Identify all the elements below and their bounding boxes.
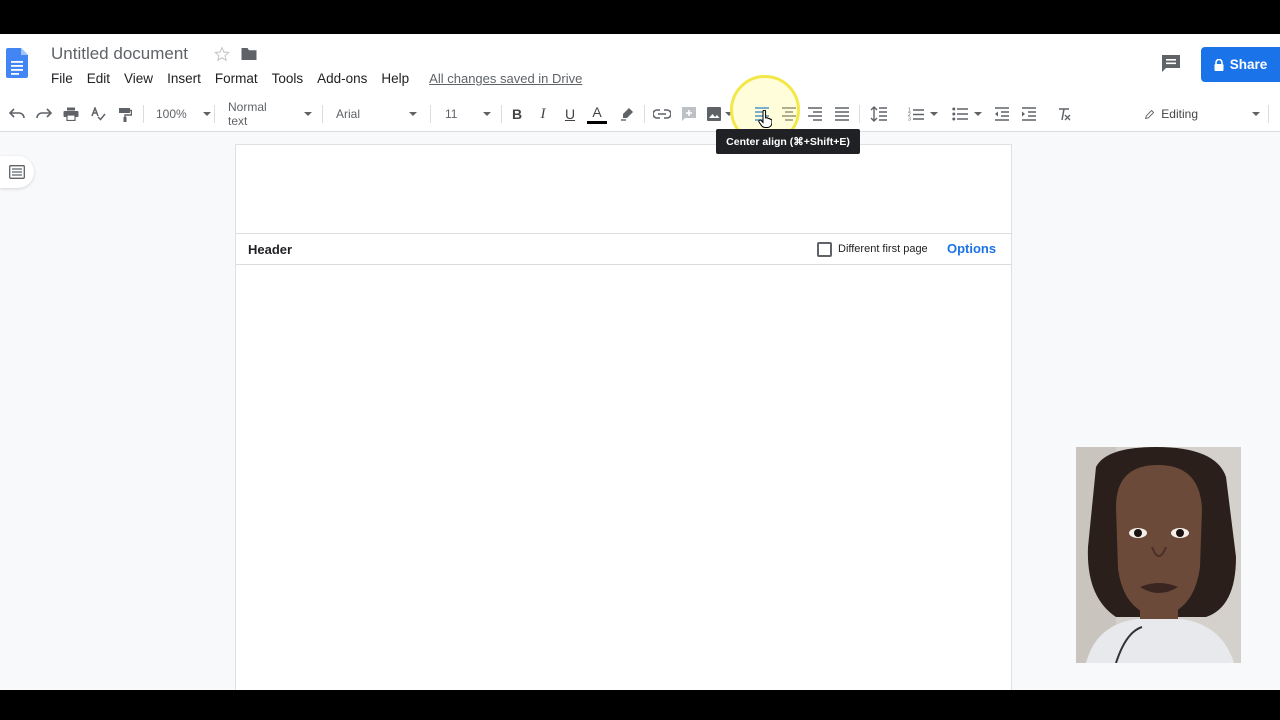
tooltip: Center align (⌘+Shift+E) xyxy=(716,129,860,154)
italic-button[interactable]: I xyxy=(533,96,553,132)
bulleted-list-icon xyxy=(952,107,968,121)
zoom-select[interactable]: 100% xyxy=(156,96,211,132)
font-size-select[interactable]: 11 xyxy=(445,96,493,132)
chevron-down-icon xyxy=(304,112,312,116)
font-select[interactable]: Arial xyxy=(336,96,422,132)
title-bar: Untitled document File Edit View Insert … xyxy=(0,34,1280,96)
decrease-indent-icon xyxy=(995,107,1009,121)
paint-format-button[interactable] xyxy=(114,96,136,132)
justify-icon xyxy=(835,107,849,121)
paragraph-style-select[interactable]: Normal text xyxy=(228,96,312,132)
webcam-overlay xyxy=(1076,447,1241,663)
justify-button[interactable] xyxy=(831,96,853,132)
chevron-down-icon xyxy=(202,112,211,116)
star-icon[interactable] xyxy=(214,46,230,62)
chevron-down-icon xyxy=(409,112,418,116)
bulleted-list-button[interactable] xyxy=(948,96,986,132)
share-label: Share xyxy=(1229,57,1268,72)
menu-tools[interactable]: Tools xyxy=(272,71,304,86)
menu-file[interactable]: File xyxy=(51,71,73,86)
different-first-page-checkbox[interactable] xyxy=(817,242,832,257)
align-right-icon xyxy=(808,107,822,121)
italic-icon: I xyxy=(540,105,546,122)
header-options-button[interactable]: Options xyxy=(947,241,996,256)
menu-edit[interactable]: Edit xyxy=(87,71,110,86)
text-color-swatch xyxy=(587,120,607,124)
align-right-button[interactable] xyxy=(804,96,826,132)
decrease-indent-button[interactable] xyxy=(991,96,1013,132)
webcam-person-image xyxy=(1076,447,1241,663)
link-icon xyxy=(653,109,671,119)
chevron-down-icon xyxy=(1252,112,1260,116)
editing-mode-value: Editing xyxy=(1161,107,1198,121)
document-title[interactable]: Untitled document xyxy=(51,44,188,64)
text-color-button[interactable]: A xyxy=(586,96,608,132)
document-outline-button[interactable] xyxy=(0,156,34,188)
line-spacing-button[interactable] xyxy=(867,96,891,132)
svg-text:3: 3 xyxy=(908,117,911,122)
pencil-icon xyxy=(1145,109,1155,119)
add-comment-icon xyxy=(682,107,696,121)
redo-icon xyxy=(36,108,52,119)
paint-format-icon xyxy=(119,107,132,122)
app-window: Untitled document File Edit View Insert … xyxy=(0,34,1280,690)
font-size-value: 11 xyxy=(445,107,458,121)
numbered-list-icon: 123 xyxy=(908,108,924,122)
hand-cursor-icon xyxy=(758,110,772,128)
font-value: Arial xyxy=(336,107,361,121)
bold-button[interactable]: B xyxy=(507,96,527,132)
clear-formatting-button[interactable] xyxy=(1053,96,1075,132)
underline-button[interactable]: U xyxy=(560,96,580,132)
line-spacing-icon xyxy=(870,106,887,122)
header-label: Header xyxy=(248,242,293,257)
highlight-button[interactable] xyxy=(616,96,638,132)
print-button[interactable] xyxy=(60,96,82,132)
editing-mode-select[interactable]: Editing xyxy=(1145,96,1260,132)
header-section: Header Different first page Options xyxy=(236,233,1011,265)
menu-view[interactable]: View xyxy=(124,71,153,86)
docs-logo-icon[interactable] xyxy=(6,48,28,78)
different-first-page-label[interactable]: Different first page xyxy=(838,243,928,255)
lock-icon xyxy=(1214,58,1224,71)
comment-icon[interactable] xyxy=(1160,54,1182,74)
share-button[interactable]: Share xyxy=(1201,47,1280,82)
increase-indent-button[interactable] xyxy=(1018,96,1040,132)
print-icon xyxy=(63,107,79,121)
insert-link-button[interactable] xyxy=(651,96,673,132)
highlight-icon xyxy=(621,108,633,121)
text-color-icon: A xyxy=(592,103,602,120)
folder-icon[interactable] xyxy=(240,46,258,62)
menu-format[interactable]: Format xyxy=(215,71,258,86)
redo-button[interactable] xyxy=(33,96,55,132)
add-comment-button[interactable] xyxy=(678,96,700,132)
menu-bar: File Edit View Insert Format Tools Add-o… xyxy=(51,71,582,86)
numbered-list-button[interactable]: 123 xyxy=(904,96,942,132)
toolbar: 100% Normal text Arial 11 B I U A 1 2 3 … xyxy=(0,96,1280,132)
increase-indent-icon xyxy=(1022,107,1036,121)
spellcheck-icon xyxy=(91,107,106,121)
menu-help[interactable]: Help xyxy=(381,71,409,86)
paragraph-style-value: Normal text xyxy=(228,100,267,128)
bold-icon: B xyxy=(511,106,523,122)
spellcheck-button[interactable] xyxy=(87,96,109,132)
outline-icon xyxy=(9,165,25,179)
menu-addons[interactable]: Add-ons xyxy=(317,71,367,86)
chevron-down-icon xyxy=(483,112,492,116)
save-status-link[interactable]: All changes saved in Drive xyxy=(429,71,582,86)
underline-icon: U xyxy=(564,106,576,122)
image-icon xyxy=(706,107,721,121)
chevron-down-icon xyxy=(930,112,938,116)
zoom-value: 100% xyxy=(156,107,187,121)
clear-formatting-icon xyxy=(1059,108,1071,121)
undo-icon xyxy=(9,108,25,119)
undo-button[interactable] xyxy=(6,96,28,132)
menu-insert[interactable]: Insert xyxy=(167,71,201,86)
document-page[interactable]: Header Different first page Options xyxy=(235,144,1012,690)
chevron-down-icon xyxy=(974,112,982,116)
